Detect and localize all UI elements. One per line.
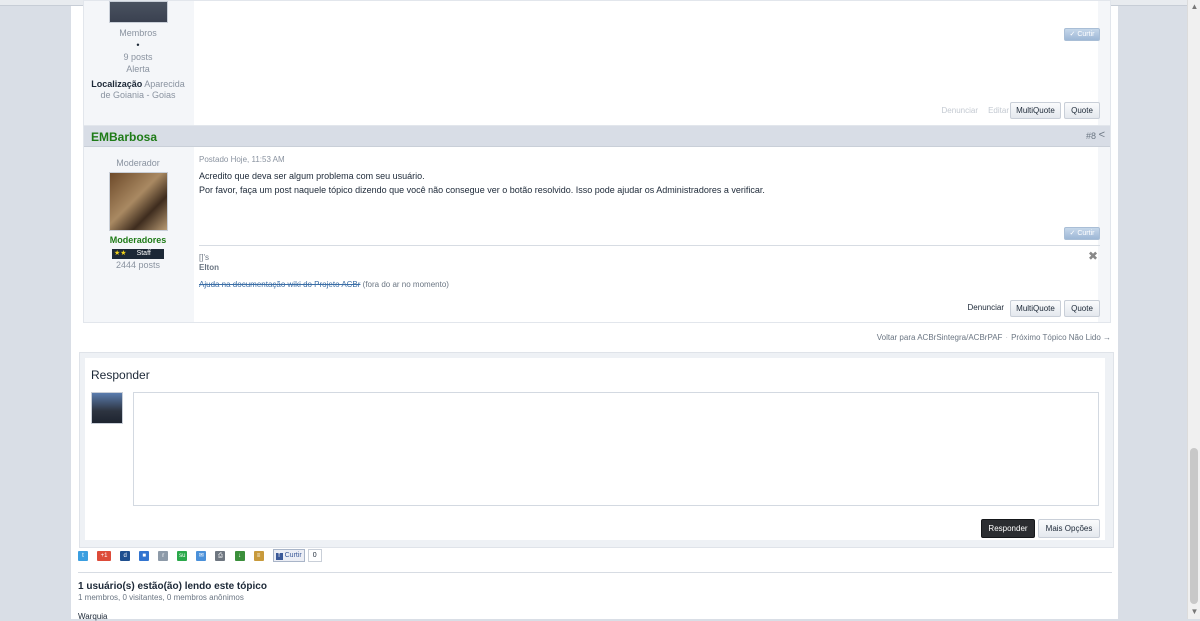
stumbleupon-icon[interactable]: su — [177, 550, 188, 561]
back-to-forum-link[interactable]: Voltar para ACBrSintegra/ACBrPAF — [877, 333, 1003, 342]
share-bar: t +1 d ■ r su ✉ ⎙ ↓ ≡ f Curtir 0 — [78, 549, 322, 563]
avatar[interactable] — [108, 172, 168, 231]
post-header: EMBarbosa #8 < — [84, 126, 1110, 147]
like-label: Curtir — [1077, 31, 1095, 38]
facebook-icon: f — [275, 553, 283, 560]
twitter-icon[interactable]: t — [78, 550, 88, 561]
facebook-like-label: Curtir — [284, 552, 302, 559]
member-group: Membros — [119, 28, 157, 38]
readers-title: 1 usuário(s) estão(ão) lendo este tópico — [78, 581, 267, 592]
staff-badge: ★★ Staff — [112, 249, 164, 259]
multiquote-button[interactable]: MultiQuote — [1010, 102, 1061, 119]
reddit-icon[interactable]: r — [158, 550, 169, 561]
post-previous: Membros • 9 posts Alerta Localização Apa… — [83, 0, 1111, 126]
multiquote-button[interactable]: MultiQuote — [1010, 300, 1061, 317]
avatar[interactable] — [108, 1, 168, 23]
topic-navigation: Voltar para ACBrSintegra/ACBrPAF · Próximo… — [877, 333, 1111, 342]
digg-icon[interactable]: d — [120, 550, 131, 561]
share-icon[interactable]: < — [1099, 129, 1105, 141]
report-link[interactable]: Denunciar — [942, 106, 978, 115]
quote-button[interactable]: Quote — [1064, 102, 1100, 119]
alert-label: Alerta — [126, 64, 150, 74]
close-icon[interactable]: ✖ — [1088, 249, 1098, 263]
like-button[interactable]: ✓ Curtir — [1064, 227, 1100, 240]
author-info: Membros • 9 posts Alerta Localização Apa… — [90, 1, 186, 101]
badge-label: Staff — [136, 250, 151, 257]
scroll-up-icon[interactable]: ▲ — [1190, 2, 1199, 11]
rep-bullet: • — [136, 40, 140, 50]
readers-subtitle: 1 membros, 0 visitantes, 0 membros anôni… — [78, 593, 244, 602]
post-text-line: Por favor, faça um post naquele tópico d… — [199, 185, 765, 195]
member-group: Moderadores — [109, 235, 167, 245]
google-plus-icon[interactable]: +1 — [97, 550, 112, 561]
signature-link-row: Ajuda na documentação wiki do Projeto AC… — [199, 280, 449, 290]
signature-link[interactable]: Ajuda na documentação wiki do Projeto AC… — [199, 280, 360, 289]
facebook-like-button[interactable]: f Curtir — [272, 549, 305, 562]
post-date[interactable]: Postado Hoje, 11:53 AM — [199, 155, 285, 164]
scroll-thumb[interactable] — [1190, 448, 1198, 604]
member-title: Moderador — [116, 158, 160, 168]
author-name[interactable]: EMBarbosa — [91, 130, 157, 144]
forum-content: Membros • 9 posts Alerta Localização Apa… — [71, 0, 1118, 621]
reply-box: Responder Responder Mais Opções — [79, 352, 1114, 548]
location-label: Localização — [91, 79, 143, 89]
reply-textarea[interactable] — [133, 392, 1099, 506]
reply-panel: Responder Responder Mais Opções — [85, 358, 1105, 540]
more-options-button[interactable]: Mais Opções — [1038, 519, 1100, 538]
facebook-like-count: 0 — [307, 549, 322, 562]
reader-name-link[interactable]: Warquia — [78, 612, 108, 621]
edit-link[interactable]: Editar — [988, 106, 1009, 115]
download-icon[interactable]: ↓ — [234, 550, 245, 561]
page-scrollbar[interactable]: ▲ ▼ — [1187, 0, 1200, 619]
signature-line: Elton — [199, 263, 219, 272]
print-icon[interactable]: ⎙ — [215, 550, 226, 561]
star-icon: ★★ — [114, 250, 127, 257]
email-icon[interactable]: ✉ — [196, 550, 207, 561]
next-unread-link[interactable]: Próximo Tópico Não Lido → — [1011, 333, 1111, 342]
reply-submit-button[interactable]: Responder — [981, 519, 1035, 538]
readers-divider — [78, 572, 1112, 573]
quote-button[interactable]: Quote — [1064, 300, 1100, 317]
report-link[interactable]: Denunciar — [968, 303, 1004, 312]
separator: · — [1005, 333, 1009, 342]
delicious-icon[interactable]: ■ — [139, 550, 150, 561]
location: Localização Aparecida de Goiania - Goias — [90, 79, 186, 101]
post-number[interactable]: #8 — [1086, 131, 1096, 141]
like-label: Curtir — [1077, 230, 1095, 237]
post-count: 2444 posts — [115, 260, 161, 270]
scroll-down-icon[interactable]: ▼ — [1190, 607, 1199, 616]
post-count: 9 posts — [123, 52, 153, 62]
avatar — [91, 392, 123, 424]
post-text: Acredito que deva ser algum problema com… — [199, 169, 765, 197]
post-embarbosa: EMBarbosa #8 < Moderador Moderadores ★★ S… — [83, 125, 1111, 323]
signature-note: (fora do ar no momento) — [362, 280, 449, 289]
like-button[interactable]: ✓ Curtir — [1064, 28, 1100, 41]
signature-line: []'s — [199, 253, 209, 262]
reply-title: Responder — [91, 368, 150, 382]
signature-divider — [199, 245, 1100, 246]
signature: []'s Elton — [199, 253, 219, 273]
post-text-line: Acredito que deva ser algum problema com… — [199, 171, 425, 181]
bookmark-icon[interactable]: ≡ — [253, 550, 264, 561]
author-info: Moderador Moderadores ★★ Staff 2444 posts — [90, 157, 186, 271]
